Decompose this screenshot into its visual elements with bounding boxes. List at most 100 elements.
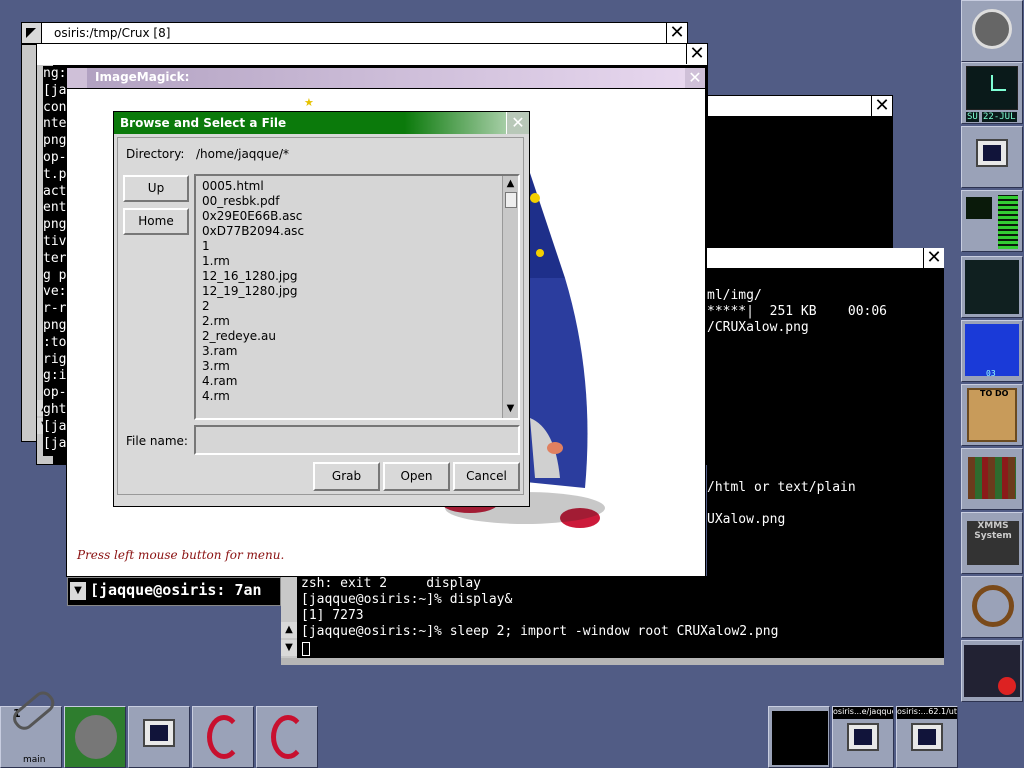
debian-swirl-icon bbox=[207, 715, 241, 759]
weather-value: 03 bbox=[986, 369, 996, 378]
right-terminal-window[interactable]: ✕ ml/img/ *****| 251 KB 00:06 /CRUXalow.… bbox=[707, 248, 944, 578]
dock-tile-clock[interactable]: SU 22-JUL bbox=[961, 62, 1023, 124]
xmms-label: XMMS System bbox=[974, 521, 1012, 541]
file-list-item[interactable]: 1.rm bbox=[202, 254, 304, 269]
xmms-logo-icon: XMMS System bbox=[967, 521, 1019, 565]
right-terminal-line: *****| 251 KB 00:06 bbox=[707, 304, 888, 320]
system-logo-icon bbox=[972, 9, 1012, 49]
monitor-icon bbox=[911, 723, 943, 751]
home-button[interactable]: Home bbox=[123, 208, 189, 235]
todo-label: TO DO bbox=[980, 389, 1009, 398]
dock-tile-books[interactable] bbox=[961, 448, 1023, 510]
imagemagick-hint: Press left mouse button for menu. bbox=[77, 548, 285, 562]
file-list[interactable]: 0005.html 00_resbk.pdf 0x29E0E66B.asc 0xD77… bbox=[194, 174, 520, 420]
workspace-clip[interactable]: 1 main bbox=[0, 687, 62, 768]
load-graph-icon bbox=[965, 260, 1019, 314]
monitor-icon bbox=[976, 139, 1008, 167]
clock-day: SU bbox=[966, 112, 979, 122]
file-list-item[interactable]: 3.rm bbox=[202, 359, 304, 374]
gimp-icon bbox=[75, 715, 117, 759]
record-icon bbox=[998, 677, 1016, 695]
small-terminal-strip[interactable]: ▼ [jaqque@osiris: 7an bbox=[67, 577, 281, 606]
bottom-terminal-window[interactable]: ▲ ▼ zsh: exit 2 display [jaqque@osiris:~… bbox=[281, 576, 944, 665]
window-menu-icon[interactable] bbox=[22, 23, 42, 43]
upper-right-terminal[interactable]: ✕ bbox=[707, 95, 893, 252]
file-list-item[interactable]: 1 bbox=[202, 239, 304, 254]
directory-label: Directory: bbox=[126, 147, 185, 161]
file-list-item[interactable]: 4.rm bbox=[202, 389, 304, 404]
scroll-up-icon[interactable]: ▲ bbox=[504, 177, 517, 190]
miniwindow-terminal-2[interactable]: osiris:...62.1/util bbox=[896, 706, 958, 768]
file-list-item[interactable]: 0x29E0E66B.asc bbox=[202, 209, 304, 224]
scroll-down-icon[interactable]: ▼ bbox=[281, 640, 297, 656]
dock-tile-system[interactable] bbox=[961, 0, 1023, 62]
dock-tile-todo[interactable]: TO DO bbox=[961, 384, 1023, 446]
open-button[interactable]: Open bbox=[383, 462, 450, 491]
dock-tile-debian1[interactable] bbox=[192, 706, 254, 768]
terminal-cursor bbox=[302, 642, 310, 656]
right-terminal-line: /CRUXalow.png bbox=[707, 320, 809, 336]
terminal-line: zsh: exit 2 display bbox=[301, 576, 482, 592]
close-icon[interactable]: ✕ bbox=[923, 248, 944, 268]
cancel-button[interactable]: Cancel bbox=[453, 462, 520, 491]
right-terminal-line: UXalow.png bbox=[707, 512, 786, 528]
dock-tile-xmms[interactable]: XMMS System bbox=[961, 512, 1023, 574]
terminal-line: [1] 7273 bbox=[301, 608, 364, 624]
books-icon bbox=[968, 457, 1016, 499]
dock-tile-player[interactable] bbox=[961, 640, 1023, 702]
dock-tile-weather[interactable]: 03 bbox=[961, 320, 1023, 382]
dock-tile-load-monitor[interactable] bbox=[961, 256, 1023, 318]
grab-button[interactable]: Grab bbox=[313, 462, 380, 491]
file-list-item[interactable]: 12_19_1280.jpg bbox=[202, 284, 304, 299]
back-terminal-titlebar[interactable]: osiris:/tmp/Crux [8] ✕ bbox=[22, 23, 687, 44]
file-list-item[interactable]: 12_16_1280.jpg bbox=[202, 269, 304, 284]
dock-tile-debian2[interactable] bbox=[256, 706, 318, 768]
upper-right-titlebar[interactable]: ✕ bbox=[708, 96, 892, 116]
scroll-down-icon[interactable]: ▼ bbox=[70, 582, 86, 600]
close-icon[interactable]: ✕ bbox=[685, 68, 705, 88]
terminal-line: [jaqque@osiris:~]% sleep 2; import -wind… bbox=[301, 624, 779, 640]
close-icon[interactable]: ✕ bbox=[871, 96, 892, 116]
dock-tile-terminal[interactable] bbox=[961, 126, 1023, 188]
close-icon[interactable]: ✕ bbox=[506, 112, 529, 134]
blank-window-icon bbox=[772, 711, 828, 765]
close-icon[interactable]: ✕ bbox=[686, 44, 707, 64]
filename-input[interactable] bbox=[194, 425, 520, 455]
clock-icon bbox=[966, 66, 1018, 110]
file-list-item[interactable]: 0005.html bbox=[202, 179, 304, 194]
file-list-item[interactable]: 00_resbk.pdf bbox=[202, 194, 304, 209]
dock-tile-gimp[interactable] bbox=[64, 706, 126, 768]
filename-label: File name: bbox=[126, 434, 188, 448]
file-list-scrollbar[interactable]: ▲ ▼ bbox=[502, 176, 518, 418]
volume-meter-icon bbox=[966, 197, 992, 219]
file-list-item[interactable]: 0xD77B2094.asc bbox=[202, 224, 304, 239]
close-icon[interactable]: ✕ bbox=[666, 23, 687, 43]
scroll-up-icon[interactable]: ▲ bbox=[281, 622, 297, 638]
file-list-item[interactable]: 3.ram bbox=[202, 344, 304, 359]
right-terminal-titlebar[interactable]: ✕ bbox=[707, 248, 944, 269]
miniwindow-blank[interactable] bbox=[768, 706, 830, 768]
terminal-line: [jaqque@osiris: 7an bbox=[90, 581, 262, 599]
miniwindow-terminal-1[interactable]: osiris...e/jaqque bbox=[832, 706, 894, 768]
file-list-item[interactable]: 2.rm bbox=[202, 314, 304, 329]
level-bar-icon bbox=[998, 195, 1018, 249]
miniwindow-title: osiris...e/jaqque bbox=[833, 707, 893, 719]
file-list-item[interactable]: 4.ram bbox=[202, 374, 304, 389]
scroll-down-icon[interactable]: ▼ bbox=[504, 402, 517, 415]
up-button[interactable]: Up bbox=[123, 175, 189, 202]
right-terminal-line: /html or text/plain bbox=[707, 480, 856, 496]
miniwindow-title: osiris:...62.1/util bbox=[897, 707, 957, 719]
file-dialog-title: Browse and Select a File bbox=[120, 116, 287, 130]
mid-terminal-line: nter-right.png png:active:top-center-rig… bbox=[43, 47, 670, 62]
dock-tile-helm[interactable] bbox=[961, 576, 1023, 638]
file-dialog-titlebar[interactable]: Browse and Select a File ✕ bbox=[114, 112, 529, 134]
scroll-thumb[interactable] bbox=[505, 192, 517, 208]
imagemagick-titlebar[interactable]: ImageMagick: ✕ bbox=[67, 68, 705, 89]
file-list-item[interactable]: 2 bbox=[202, 299, 304, 314]
dock-tile-terminal2[interactable] bbox=[128, 706, 190, 768]
imagemagick-title: ImageMagick: bbox=[95, 70, 190, 84]
file-list-item[interactable]: 2_redeye.au bbox=[202, 329, 304, 344]
dock-tile-mixer[interactable] bbox=[961, 190, 1023, 252]
file-dialog[interactable]: Browse and Select a File ✕ Directory: /h… bbox=[113, 111, 530, 507]
window-menu-icon[interactable] bbox=[67, 68, 87, 88]
